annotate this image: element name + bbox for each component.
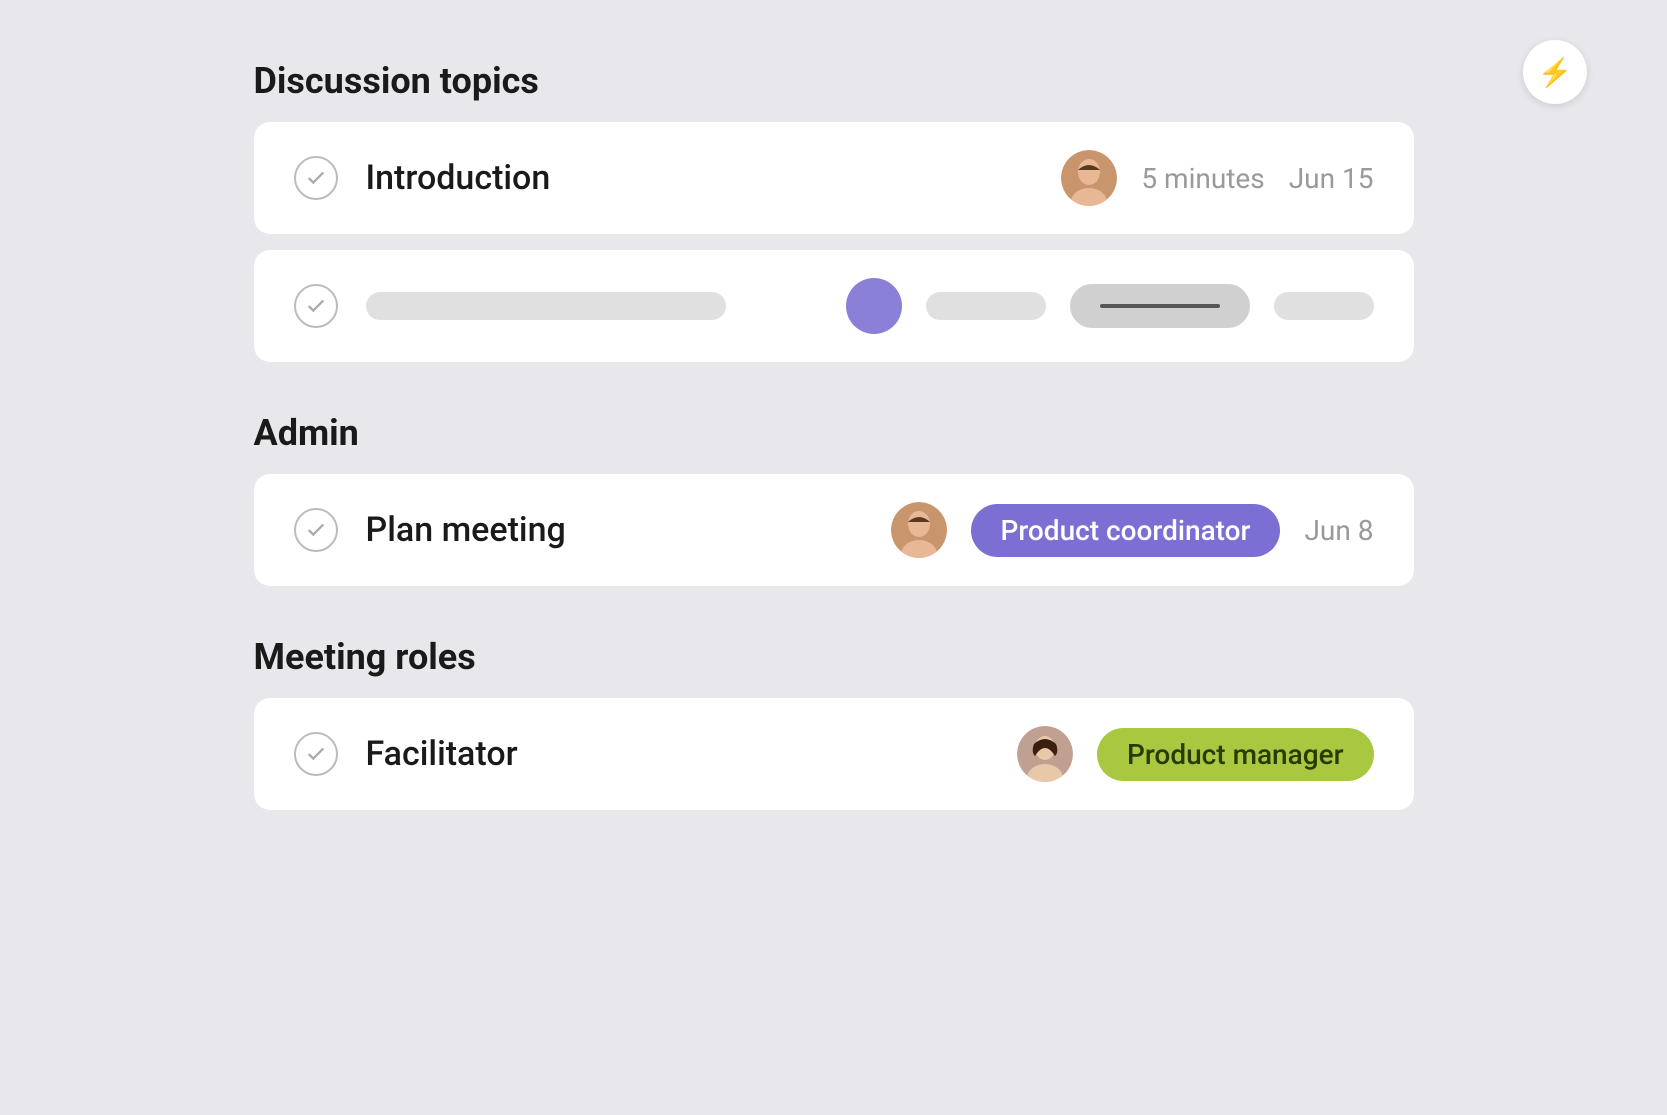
page-container: Discussion topics Introduction <box>134 0 1534 920</box>
item-time: 5 minutes <box>1141 162 1264 195</box>
item-label-facilitator: Facilitator <box>366 734 1018 774</box>
check-icon <box>294 732 338 776</box>
section-title-meeting-roles: Meeting roles <box>254 636 1414 678</box>
card-right-facilitator: Product manager <box>1017 726 1373 782</box>
item-label-introduction: Introduction <box>366 158 1062 198</box>
badge-product-manager: Product manager <box>1097 728 1373 781</box>
item-date: Jun 8 <box>1304 514 1373 547</box>
avatar <box>1017 726 1073 782</box>
item-date: Jun 15 <box>1289 162 1374 195</box>
avatar <box>1061 150 1117 206</box>
section-admin: Admin Plan meeting Product coordi <box>254 412 1414 586</box>
section-title-admin: Admin <box>254 412 1414 454</box>
item-label-plan-meeting: Plan meeting <box>366 510 891 550</box>
lightning-icon: ⚡ <box>1538 56 1573 89</box>
skeleton-time <box>926 292 1046 320</box>
lightning-button[interactable]: ⚡ <box>1523 40 1587 104</box>
skeleton-label <box>366 292 726 320</box>
avatar <box>891 502 947 558</box>
section-discussion-topics: Discussion topics Introduction <box>254 60 1414 362</box>
section-meeting-roles: Meeting roles Facilitator Product <box>254 636 1414 810</box>
skeleton-date <box>1274 292 1374 320</box>
card-right-introduction: 5 minutes Jun 15 <box>1061 150 1373 206</box>
check-icon <box>294 508 338 552</box>
list-item[interactable]: Introduction 5 minutes Jun 15 <box>254 122 1414 234</box>
skeleton-avatar <box>846 278 902 334</box>
skeleton-badge <box>1070 284 1250 328</box>
card-right-plan-meeting: Product coordinator Jun 8 <box>891 502 1374 558</box>
list-item[interactable]: Plan meeting Product coordinator Jun 8 <box>254 474 1414 586</box>
badge-product-coordinator: Product coordinator <box>971 504 1281 557</box>
check-icon-skeleton <box>294 284 338 328</box>
card-right-skeleton <box>846 278 1374 334</box>
section-title-discussion: Discussion topics <box>254 60 1414 102</box>
list-item[interactable]: Facilitator Product manager <box>254 698 1414 810</box>
check-icon <box>294 156 338 200</box>
list-item <box>254 250 1414 362</box>
